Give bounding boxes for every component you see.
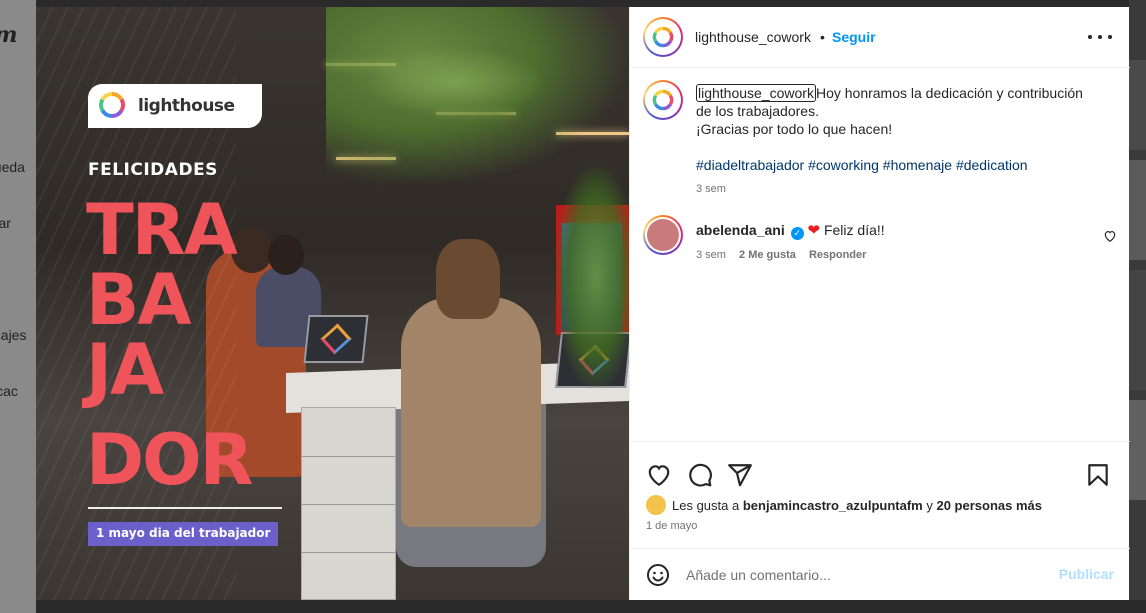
lighthouse-logo-icon: [652, 26, 674, 48]
add-comment-bar: Publicar: [630, 548, 1130, 600]
post-header: lighthouse_cowork • Seguir: [630, 7, 1130, 68]
headline-word: TRA: [86, 189, 238, 271]
like-comment-heart-icon[interactable]: [1103, 229, 1117, 243]
share-send-icon[interactable]: [727, 462, 753, 488]
likes-middle: y: [926, 497, 933, 513]
laptop-logo-icon: [320, 323, 352, 355]
comment-avatar[interactable]: [643, 215, 683, 255]
person-worker: [401, 297, 541, 527]
post-caption: lighthouse_cowork Hoy honramos la dedicac…: [696, 84, 1101, 198]
person-head: [231, 227, 273, 273]
reply-button[interactable]: Responder: [809, 249, 866, 261]
bg-sidebar-item: ificac: [0, 383, 18, 399]
person-head: [268, 235, 304, 275]
verified-badge-icon: ✓: [790, 227, 804, 240]
background-grid: [1129, 0, 1146, 613]
headline-word: JA: [86, 329, 164, 411]
comment-username[interactable]: abelenda_ani: [696, 222, 785, 238]
post-date[interactable]: 1 de mayo: [646, 520, 697, 532]
comment-text: Feliz día!!: [823, 222, 885, 238]
plant-leaves: [366, 47, 546, 117]
more-options-icon[interactable]: [1088, 27, 1112, 47]
like-heart-icon[interactable]: [646, 462, 672, 488]
person-head: [436, 239, 500, 319]
bg-sidebar-item: nsajes: [0, 327, 27, 343]
brand-badge: lighthouse: [88, 84, 262, 128]
comment-likes[interactable]: 2 Me gusta: [739, 249, 796, 261]
caption-hashtags[interactable]: #diadeltrabajador #coworking #homenaje #…: [696, 157, 1028, 173]
comment-time: 3 sem: [696, 249, 726, 261]
comment: abelenda_ani ✓ ❤ Feliz día!! 3 sem 2 Me …: [696, 221, 885, 261]
headline-word: DOR: [86, 419, 254, 501]
liker-username[interactable]: benjamincastro_azulpuntafm: [743, 498, 923, 513]
lighthouse-logo-icon: [652, 89, 674, 111]
red-heart-emoji: ❤: [807, 222, 821, 239]
avatar-photo: [647, 219, 679, 251]
save-bookmark-icon[interactable]: [1085, 462, 1111, 488]
caption-time: 3 sem: [696, 183, 726, 195]
bg-sidebar-item: orar: [0, 215, 11, 231]
background-bottom: [36, 600, 1146, 613]
bg-sidebar-item: queda: [0, 159, 25, 175]
publish-button[interactable]: Publicar: [1059, 566, 1114, 582]
follow-button[interactable]: Seguir: [832, 29, 876, 45]
background-top: [36, 0, 1129, 7]
plant-leaves: [556, 167, 629, 387]
caption-username[interactable]: lighthouse_cowork: [696, 84, 816, 102]
likes-summary: Les gusta a benjamincastro_azulpuntafm y…: [646, 495, 1042, 515]
background-logo: am: [0, 22, 18, 48]
comment-input[interactable]: [686, 564, 1046, 586]
divider: [88, 507, 282, 509]
date-banner: 1 mayo dia del trabajador: [88, 522, 279, 546]
likes-others[interactable]: 20 personas más: [936, 498, 1042, 513]
post-image[interactable]: lighthouse FELICIDADES TRA BA JA DOR 1 m…: [36, 7, 629, 600]
post-panel: lighthouse_cowork • Seguir lighthouse_co…: [629, 7, 1130, 600]
avatar[interactable]: [643, 17, 683, 57]
separator-dot: •: [820, 29, 825, 45]
laptop: [303, 315, 369, 363]
liker-avatar[interactable]: [646, 495, 666, 515]
comment-bubble-icon[interactable]: [687, 462, 713, 488]
post-username[interactable]: lighthouse_cowork: [695, 29, 811, 45]
background-sidebar: am o queda orar ls nsajes ificac ar il s: [0, 0, 36, 613]
caption-thanks: ¡Gracias por todo lo que hacen!: [696, 121, 893, 137]
headline-word: BA: [86, 259, 192, 341]
likes-prefix: Les gusta a: [672, 497, 740, 513]
emoji-smile-icon[interactable]: [646, 563, 670, 587]
greeting-text: FELICIDADES: [88, 160, 218, 180]
drawer-cabinet: [301, 407, 396, 600]
caption-avatar[interactable]: [643, 80, 683, 120]
post-modal: lighthouse FELICIDADES TRA BA JA DOR 1 m…: [36, 7, 1130, 600]
lighthouse-logo-icon: [99, 92, 125, 118]
brand-name: lighthouse: [138, 96, 235, 116]
